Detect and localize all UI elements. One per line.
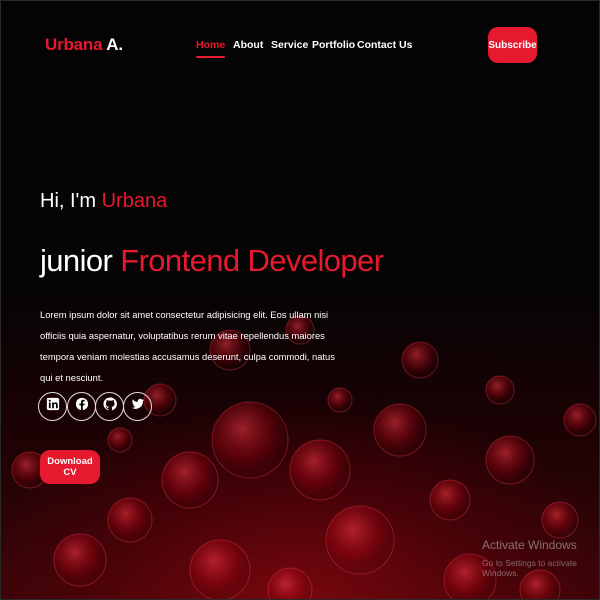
github-link[interactable] xyxy=(95,392,124,421)
nav-portfolio[interactable]: Portfolio xyxy=(312,39,355,51)
facebook-link[interactable] xyxy=(67,392,96,421)
greeting-name: Urbana xyxy=(101,190,168,212)
linkedin-link[interactable] xyxy=(38,392,67,421)
nav-contact-us[interactable]: Contact Us xyxy=(357,39,412,51)
twitter-icon xyxy=(131,397,145,416)
facebook-icon xyxy=(75,397,89,416)
hero-description: Lorem ipsum dolor sit amet consectetur a… xyxy=(40,309,335,383)
bokeh-bubbles-background xyxy=(11,315,597,600)
github-icon xyxy=(102,397,117,416)
subscribe-button[interactable]: Subscribe xyxy=(488,27,537,63)
activation-watermark-subtitle: Go to Settings to activate Windows. xyxy=(482,558,577,578)
twitter-link[interactable] xyxy=(123,392,152,421)
role-prefix: junior xyxy=(40,243,121,278)
site-logo[interactable]: Urbana A. xyxy=(45,35,123,55)
linkedin-icon xyxy=(46,397,60,416)
hero-greeting: Hi, I'm Urbana xyxy=(40,190,167,213)
logo-first-name: Urbana xyxy=(45,35,103,54)
role-title: Frontend Developer xyxy=(120,243,384,278)
greeting-prefix: Hi, I'm xyxy=(40,190,102,212)
activation-watermark-title: Activate Windows xyxy=(482,538,577,552)
nav-home[interactable]: Home xyxy=(196,39,226,58)
nav-service[interactable]: Service xyxy=(271,39,308,51)
logo-initial: A. xyxy=(102,35,123,54)
nav-about[interactable]: About xyxy=(233,39,263,51)
hero-role-heading: junior Frontend Developer xyxy=(40,243,384,279)
download-cv-button[interactable]: Download CV xyxy=(40,450,100,484)
